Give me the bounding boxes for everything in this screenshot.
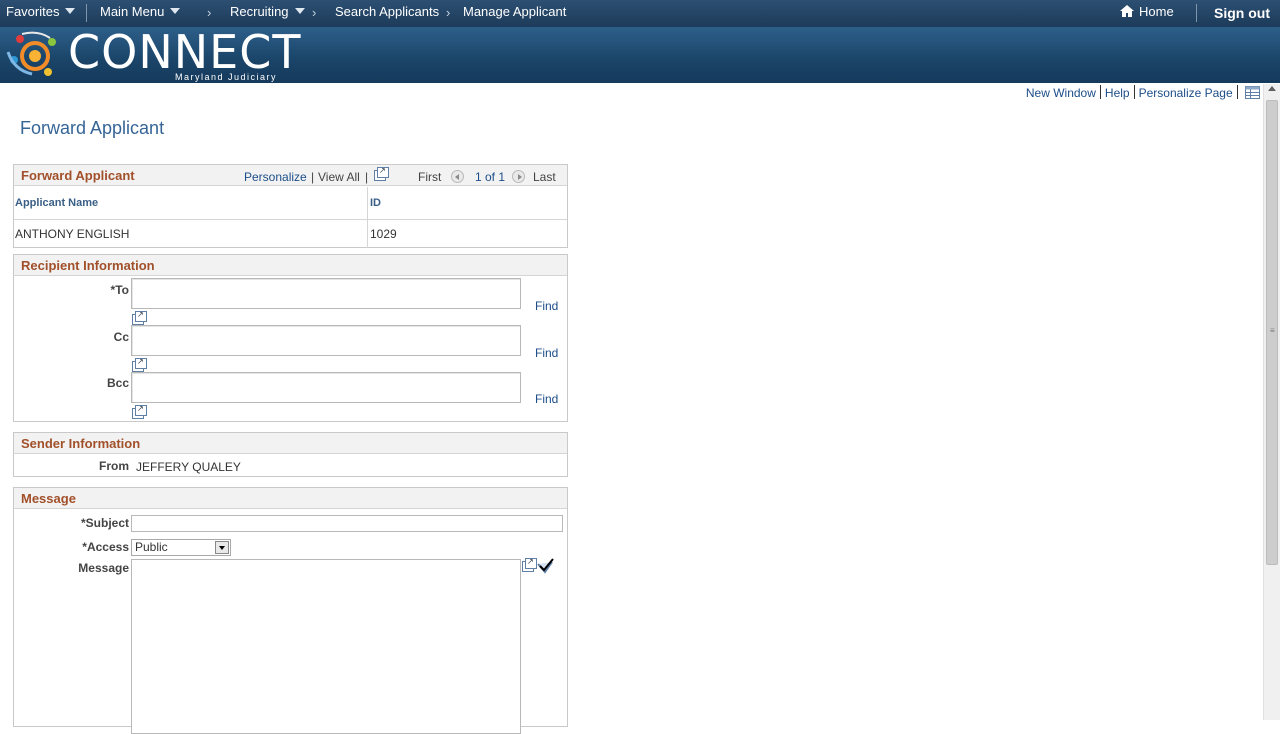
subject-label: *Subject bbox=[80, 516, 129, 530]
breadcrumb-separator-icon: › bbox=[312, 5, 317, 20]
cc-find-link[interactable]: Find bbox=[535, 346, 558, 360]
to-find-link[interactable]: Find bbox=[535, 299, 558, 313]
subject-input[interactable] bbox=[131, 515, 563, 532]
spell-check-icon[interactable] bbox=[536, 558, 554, 574]
to-field[interactable] bbox=[131, 278, 521, 309]
bcc-label: Bcc bbox=[106, 376, 129, 390]
column-header-applicant-name[interactable]: Applicant Name bbox=[15, 187, 98, 220]
home-link[interactable]: Home bbox=[1119, 4, 1174, 19]
grid-header: Forward Applicant Personalize | View All… bbox=[14, 165, 567, 186]
sign-out-link[interactable]: Sign out bbox=[1214, 5, 1270, 21]
logo-subtitle: Maryland Judiciary bbox=[175, 72, 278, 82]
expand-icon bbox=[132, 357, 147, 372]
message-textarea[interactable] bbox=[131, 559, 521, 734]
row-count: 1 of 1 bbox=[475, 170, 506, 184]
bcc-find-link[interactable]: Find bbox=[535, 392, 558, 406]
chevron-down-icon bbox=[294, 8, 305, 14]
divider bbox=[1133, 85, 1135, 99]
message-label: Message bbox=[78, 561, 129, 575]
applicant-name-cell: ANTHONY ENGLISH bbox=[15, 227, 130, 241]
cc-field[interactable] bbox=[131, 325, 521, 356]
from-value: JEFFERY QUALEY bbox=[136, 460, 241, 474]
message-section: Message *Subject *Access Public Message bbox=[13, 487, 568, 734]
recipient-section: Recipient Information *To Find Cc Find B… bbox=[13, 254, 568, 422]
zoom-icon bbox=[374, 166, 389, 181]
zoom-grid-button[interactable] bbox=[374, 166, 389, 183]
breadcrumb-separator-icon: › bbox=[207, 5, 212, 20]
main-menu-label: Main Menu bbox=[100, 4, 165, 19]
last-link[interactable]: Last bbox=[533, 170, 556, 184]
bcc-field[interactable] bbox=[131, 372, 521, 403]
divider bbox=[1236, 85, 1238, 99]
scrollbar-thumb[interactable]: ≡ bbox=[1266, 100, 1278, 565]
help-link[interactable]: Help bbox=[1105, 86, 1130, 100]
header-banner: CONNECT Maryland Judiciary bbox=[0, 25, 1280, 83]
next-button[interactable] bbox=[512, 170, 525, 184]
first-link[interactable]: First bbox=[418, 170, 441, 184]
to-label: *To bbox=[110, 283, 129, 297]
sender-header: Sender Information bbox=[14, 433, 567, 454]
table-layout-icon[interactable] bbox=[1245, 86, 1260, 99]
grid-title: Forward Applicant bbox=[21, 168, 135, 183]
access-label: *Access bbox=[82, 540, 129, 554]
page-toolbar: New Window Help Personalize Page bbox=[1026, 85, 1260, 100]
main-menu[interactable]: Main Menu bbox=[100, 4, 181, 19]
vertical-scrollbar[interactable]: ≡ bbox=[1263, 84, 1280, 720]
message-header: Message bbox=[14, 488, 567, 509]
column-header-id[interactable]: ID bbox=[370, 187, 381, 220]
favorites-label: Favorites bbox=[6, 4, 60, 19]
breadcrumb-recruiting-label: Recruiting bbox=[230, 4, 289, 19]
divider bbox=[14, 219, 567, 220]
bcc-expand-button[interactable] bbox=[132, 404, 147, 421]
applicant-id-cell: 1029 bbox=[370, 227, 397, 241]
arrow-right-icon bbox=[512, 170, 525, 183]
arrow-left-icon bbox=[451, 170, 464, 183]
access-select[interactable]: Public bbox=[131, 539, 231, 556]
applicant-grid: Forward Applicant Personalize | View All… bbox=[13, 164, 568, 248]
connect-logo-icon bbox=[6, 31, 56, 76]
breadcrumb-recruiting[interactable]: Recruiting bbox=[230, 4, 305, 19]
home-icon bbox=[1120, 5, 1134, 17]
divider bbox=[1099, 85, 1101, 99]
expand-icon bbox=[522, 557, 537, 572]
view-all-link[interactable]: View All bbox=[318, 170, 360, 184]
home-label: Home bbox=[1139, 4, 1174, 19]
favorites-menu[interactable]: Favorites bbox=[6, 4, 76, 19]
expand-icon bbox=[132, 310, 147, 325]
chevron-down-icon bbox=[65, 8, 76, 14]
message-expand-button[interactable] bbox=[522, 557, 537, 574]
personalize-link[interactable]: Personalize bbox=[244, 170, 307, 184]
sender-section: Sender Information From JEFFERY QUALEY bbox=[13, 432, 568, 477]
page-title: Forward Applicant bbox=[20, 118, 165, 138]
top-nav-bar: Favorites Main Menu › Recruiting › Searc… bbox=[0, 0, 1280, 27]
personalize-page-link[interactable]: Personalize Page bbox=[1139, 86, 1233, 100]
new-window-link[interactable]: New Window bbox=[1026, 86, 1096, 100]
divider bbox=[1196, 4, 1197, 22]
recipient-header: Recipient Information bbox=[14, 255, 567, 276]
divider: | bbox=[311, 170, 315, 184]
dropdown-arrow-icon[interactable] bbox=[215, 541, 229, 554]
breadcrumb-manage-applicant[interactable]: Manage Applicant bbox=[463, 4, 566, 19]
access-selected-value: Public bbox=[135, 540, 168, 554]
divider bbox=[86, 4, 87, 22]
chevron-down-icon bbox=[170, 8, 181, 14]
divider bbox=[367, 187, 368, 248]
expand-icon bbox=[132, 404, 147, 419]
breadcrumb-search-applicants[interactable]: Search Applicants bbox=[335, 4, 439, 19]
previous-button[interactable] bbox=[451, 170, 464, 184]
from-label: From bbox=[99, 459, 129, 473]
scroll-up-icon[interactable] bbox=[1268, 86, 1276, 91]
cc-label: Cc bbox=[113, 330, 129, 344]
logo-text: CONNECT bbox=[68, 25, 302, 79]
grip-icon: ≡ bbox=[1270, 326, 1275, 335]
breadcrumb-separator-icon: › bbox=[446, 5, 451, 20]
divider: | bbox=[365, 170, 369, 184]
